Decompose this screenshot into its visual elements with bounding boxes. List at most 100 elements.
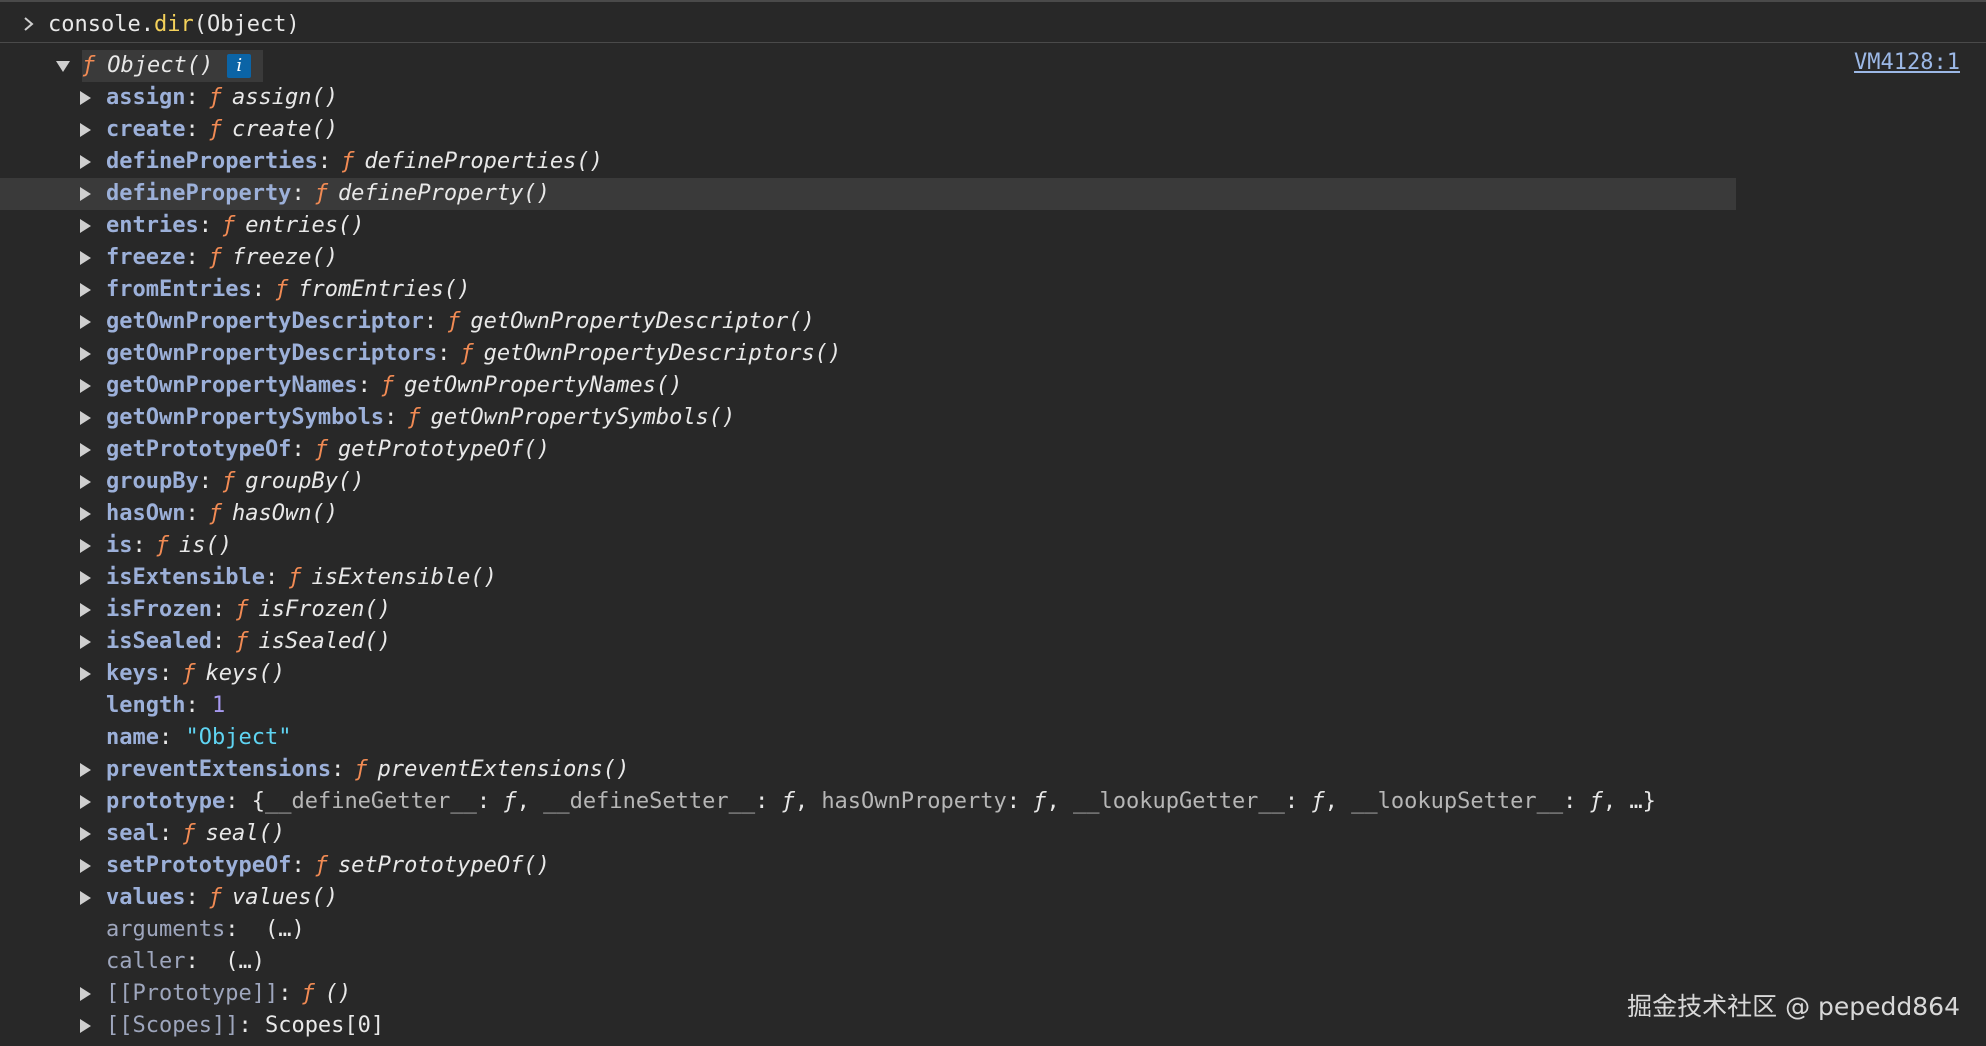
property-row[interactable]: entries: ƒ entries() [0,210,1986,242]
expand-arrow-right-icon[interactable] [80,315,106,329]
property-key: caller [106,949,186,974]
function-icon: ƒ [407,405,421,430]
property-row[interactable]: length: 1 [0,690,1986,722]
expand-arrow-right-icon[interactable] [80,219,106,233]
expand-arrow-right-icon[interactable] [80,795,106,809]
expand-arrow-right-icon[interactable] [80,891,106,905]
expand-arrow-right-icon[interactable] [80,475,106,489]
property-row[interactable]: caller: (…) [0,946,1986,978]
property-row[interactable]: prototype: {__defineGetter__: ƒ, __defin… [0,786,1986,818]
property-row[interactable]: is: ƒ is() [0,530,1986,562]
expand-arrow-down-icon[interactable] [56,60,82,72]
lazy-value[interactable]: (…) [265,914,305,946]
function-icon: ƒ [301,981,315,1006]
property-row[interactable]: hasOwn: ƒ hasOwn() [0,498,1986,530]
property-row[interactable]: freeze: ƒ freeze() [0,242,1986,274]
property-row[interactable]: isFrozen: ƒ isFrozen() [0,594,1986,626]
proto-close: …} [1629,789,1656,814]
property-row[interactable]: isSealed: ƒ isSealed() [0,626,1986,658]
expand-arrow-right-icon[interactable] [80,283,106,297]
property-key: setPrototypeOf [106,853,292,878]
property-row[interactable]: assign: ƒ assign() [0,82,1986,114]
colon: : [198,213,212,238]
colon: : [211,629,226,654]
expand-arrow-right-icon[interactable] [80,379,106,393]
property-key: values [106,885,186,910]
comma: , [1602,789,1630,814]
colon: : [423,309,438,334]
expand-arrow-right-icon[interactable] [80,635,106,649]
property-key: groupBy [106,469,199,494]
expand-arrow-right-icon[interactable] [80,411,106,425]
expand-arrow-right-icon[interactable] [80,987,106,1001]
lazy-value[interactable]: (…) [225,946,265,978]
property-row[interactable]: getOwnPropertyDescriptors: ƒ getOwnPropert… [0,338,1986,370]
expand-arrow-right-icon[interactable] [80,667,106,681]
command-object: console [48,11,141,37]
expand-arrow-right-icon[interactable] [80,603,106,617]
function-icon: ƒ [235,597,249,622]
property-row[interactable]: groupBy: ƒ groupBy() [0,466,1986,498]
root-label: Object() [107,53,214,78]
property-row[interactable]: preventExtensions: ƒ preventExtensions() [0,754,1986,786]
property-row[interactable]: create: ƒ create() [0,114,1986,146]
prototype-key: __defineSetter__ [543,789,756,814]
colon: : [755,789,782,814]
property-row[interactable]: setPrototypeOf: ƒ setPrototypeOf() [0,850,1986,882]
property-row[interactable]: fromEntries: ƒ fromEntries() [0,274,1986,306]
expand-arrow-right-icon[interactable] [80,251,106,265]
property-function: is() [179,533,232,558]
colon: : [158,725,173,750]
expand-arrow-right-icon[interactable] [80,187,106,201]
property-function: fromEntries() [298,277,471,302]
expand-arrow-right-icon[interactable] [80,571,106,585]
function-icon: ƒ [460,341,474,366]
colon: : [185,885,199,910]
expand-arrow-right-icon[interactable] [80,539,106,553]
property-row[interactable]: defineProperty: ƒ defineProperty() [0,178,1736,210]
info-icon[interactable]: i [227,54,252,78]
colon: : [185,693,199,718]
property-key: length [106,693,186,718]
property-row[interactable]: keys: ƒ keys() [0,658,1986,690]
property-row[interactable]: getOwnPropertyDescriptor: ƒ getOwnProperty… [0,306,1986,338]
function-icon: ƒ [341,149,355,174]
expand-arrow-right-icon[interactable] [80,347,106,361]
function-icon: ƒ [447,309,461,334]
expand-arrow-right-icon[interactable] [80,827,106,841]
property-function: setPrototypeOf() [337,853,550,878]
expand-arrow-right-icon[interactable] [80,1019,106,1033]
property-row[interactable]: isExtensible: ƒ isExtensible() [0,562,1986,594]
expand-arrow-right-icon[interactable] [80,91,106,105]
function-icon: ƒ [314,853,328,878]
property-row[interactable]: getOwnPropertyNames: ƒ getOwnPropertyNames… [0,370,1986,402]
expand-arrow-right-icon[interactable] [80,123,106,137]
expand-arrow-right-icon[interactable] [80,859,106,873]
property-key: getOwnPropertySymbols [106,405,385,430]
expand-arrow-right-icon[interactable] [80,507,106,521]
property-row[interactable]: seal: ƒ seal() [0,818,1986,850]
property-row[interactable]: getPrototypeOf: ƒ getPrototypeOf() [0,434,1986,466]
expand-arrow-right-icon[interactable] [80,155,106,169]
prototype-key: hasOwnProperty [821,789,1007,814]
property-row[interactable]: defineProperties: ƒ defineProperties() [0,146,1986,178]
console-command[interactable]: console.dir(Object) [48,12,300,37]
comma: , [794,789,822,814]
root-object-row[interactable]: ƒ Object() i [0,50,1986,82]
property-key: getOwnPropertyNames [106,373,358,398]
property-row[interactable]: arguments: (…) [0,914,1986,946]
property-row[interactable]: getOwnPropertySymbols: ƒ getOwnPropertySym… [0,402,1986,434]
prototype-key: __defineGetter__ [264,789,477,814]
property-row[interactable]: name: "Object" [0,722,1986,754]
function-icon: ƒ [208,85,222,110]
property-key: isSealed [106,629,212,654]
expand-arrow-right-icon[interactable] [80,763,106,777]
expand-arrow-right-icon[interactable] [80,443,106,457]
property-key: defineProperty [106,181,292,206]
function-icon: ƒ [208,885,222,910]
colon: : [264,565,279,590]
property-row[interactable]: values: ƒ values() [0,882,1986,914]
